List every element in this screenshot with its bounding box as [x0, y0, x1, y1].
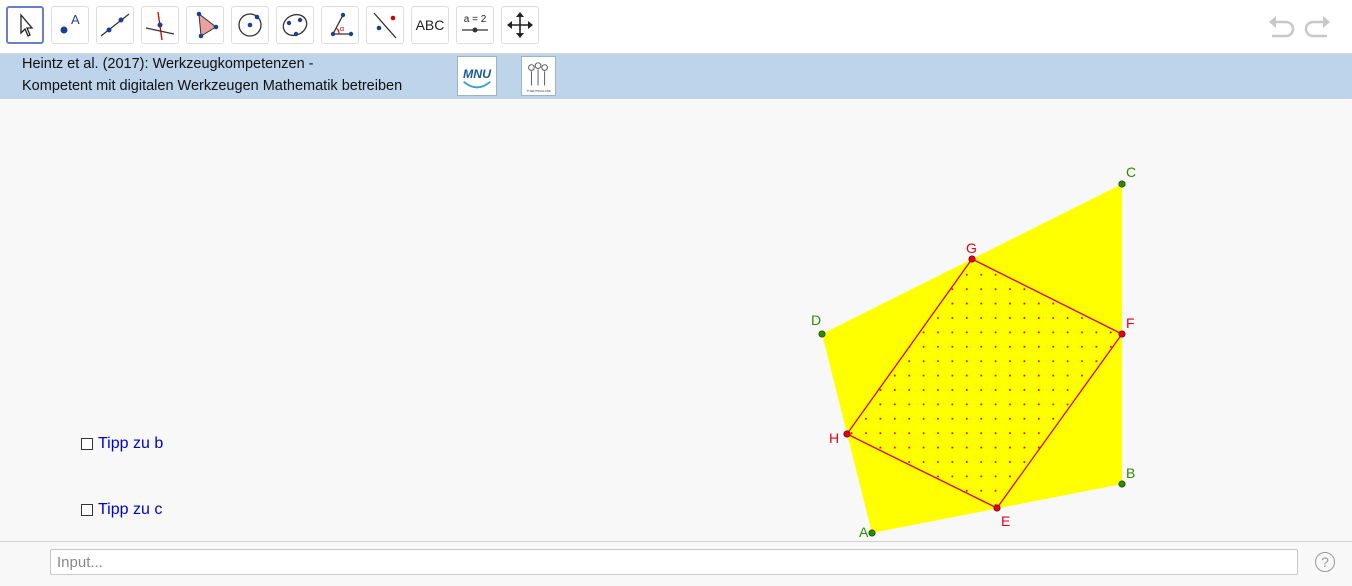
help-icon[interactable]: ?: [1315, 552, 1335, 572]
reflect-tool-button[interactable]: [366, 6, 404, 44]
angle-icon: α: [330, 12, 354, 37]
pointer-icon: [20, 13, 34, 37]
mnu-logo-text: MNU: [463, 67, 492, 81]
perpendicular-line-icon: [145, 11, 175, 41]
input-bar: ?: [0, 541, 1352, 586]
label-b: B: [1126, 465, 1135, 481]
ellipse-tool-button[interactable]: [276, 6, 314, 44]
point-e: [993, 504, 1001, 512]
move-tool-button[interactable]: [6, 6, 44, 44]
toolbar: A α ABC a = 2: [0, 0, 1352, 54]
mnu-logo: MNU: [457, 56, 497, 96]
polygon-tool-button[interactable]: [186, 6, 224, 44]
polygon-icon: [196, 11, 219, 39]
ellipse-icon: [282, 13, 308, 37]
point-g: [968, 255, 976, 263]
t3-logo: T³ DEUTSCHLAND: [521, 56, 556, 96]
geometry-canvas: A B C D E F G H: [811, 164, 1136, 540]
slider-tool-button[interactable]: a = 2: [456, 6, 494, 44]
label-a: A: [859, 524, 869, 540]
point-c: [1118, 180, 1126, 188]
svg-text:A: A: [71, 12, 80, 27]
point-h: [843, 430, 851, 438]
label-d: D: [811, 312, 821, 328]
info-banner: Heintz et al. (2017): Werkzeugkompetenze…: [0, 54, 1352, 99]
line-icon: [100, 13, 130, 37]
graphics-view[interactable]: Tipp zu b Tipp zu c A B C D E F G H: [0, 100, 1352, 540]
svg-text:α: α: [340, 26, 344, 33]
slider-tool-label: a = 2: [464, 14, 487, 25]
label-f: F: [1126, 315, 1135, 331]
line-tool-button[interactable]: [96, 6, 134, 44]
label-c: C: [1126, 164, 1136, 180]
label-h: H: [829, 430, 839, 446]
banner-line-2: Kompetent mit digitalen Werkzeugen Mathe…: [22, 78, 403, 94]
point-b: [1118, 480, 1126, 488]
redo-icon[interactable]: [1303, 12, 1333, 42]
angle-tool-button[interactable]: α: [321, 6, 359, 44]
point-d: [818, 330, 826, 338]
text-tool-label: ABC: [415, 17, 445, 33]
undo-icon[interactable]: [1266, 12, 1296, 42]
circle-tool-button[interactable]: [231, 6, 269, 44]
move-graphics-view-button[interactable]: [501, 6, 539, 44]
point-f: [1118, 330, 1126, 338]
algebra-input[interactable]: [50, 549, 1298, 575]
text-tool-button[interactable]: ABC: [411, 6, 449, 44]
label-e: E: [1001, 513, 1010, 529]
reflect-icon: [373, 12, 397, 39]
point-tool-button[interactable]: A: [51, 6, 89, 44]
banner-line-1: Heintz et al. (2017): Werkzeugkompetenze…: [22, 56, 314, 72]
slider-icon: a = 2: [462, 14, 488, 33]
perpendicular-line-tool-button[interactable]: [141, 6, 179, 44]
label-g: G: [966, 240, 977, 256]
point-a: [868, 529, 876, 537]
t3-logo-text: T³ DEUTSCHLAND: [526, 89, 551, 93]
circle-icon: [238, 13, 262, 37]
move-arrows-icon: [507, 12, 533, 38]
point-icon: A: [60, 12, 80, 34]
